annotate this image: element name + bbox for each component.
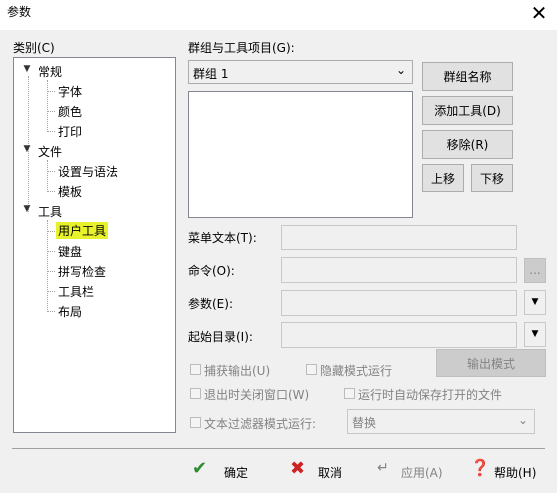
tree-line <box>47 311 55 312</box>
cross-icon: ✖ <box>290 458 306 479</box>
tree-node-font[interactable]: 字体 <box>58 83 82 100</box>
window-title: 参数 <box>7 5 32 19</box>
filter-mode-value: 替换 <box>352 416 377 430</box>
apply-button[interactable]: ↵ 应用(A) <box>375 460 450 482</box>
chevron-down-icon[interactable]: ▼ <box>22 144 32 154</box>
tree-line <box>47 191 55 192</box>
init-dir-dropdown[interactable]: ▼ <box>524 322 546 347</box>
tree-line <box>47 91 55 92</box>
ok-label: 确定 <box>224 466 249 480</box>
chevron-down-icon: ⌄ <box>396 63 407 77</box>
cancel-button[interactable]: ✖ 取消 <box>290 458 360 482</box>
args-input[interactable] <box>281 290 517 316</box>
tree-line <box>47 131 55 132</box>
hidden-mode-label: 隐藏模式运行 <box>320 364 393 378</box>
filter-mode-select[interactable]: 替换 ⌄ <box>347 409 535 434</box>
tree-line <box>47 271 55 272</box>
command-input[interactable] <box>281 257 517 283</box>
apply-icon: ↵ <box>377 460 389 476</box>
text-filter-checkbox[interactable] <box>190 417 201 428</box>
tree-line <box>47 171 55 172</box>
args-dropdown[interactable]: ▼ <box>524 290 546 315</box>
tree-node-file[interactable]: 文件 <box>38 143 62 160</box>
footer-separator <box>12 448 545 449</box>
autosave-checkbox[interactable] <box>344 388 355 399</box>
chevron-down-icon: ▼ <box>531 329 539 339</box>
command-label: 命令(O): <box>188 264 235 278</box>
tree-node-tools[interactable]: 工具 <box>38 203 62 220</box>
text-filter-label: 文本过滤器模式运行: <box>204 417 317 431</box>
category-label: 类别(C) <box>13 41 55 55</box>
move-up-button[interactable]: 上移 <box>422 164 464 192</box>
tree-node-settings-syntax[interactable]: 设置与语法 <box>58 163 118 180</box>
args-label: 参数(E): <box>188 297 233 311</box>
tree-node-spellcheck[interactable]: 拼写检查 <box>58 263 106 280</box>
tree-line <box>47 231 55 232</box>
autosave-label: 运行时自动保存打开的文件 <box>358 388 503 402</box>
close-on-exit-checkbox[interactable] <box>190 388 201 399</box>
tree-node-user-tools[interactable]: 用户工具 <box>56 222 109 239</box>
tree-line <box>47 80 48 132</box>
chevron-down-icon: ▼ <box>531 297 539 307</box>
add-tool-button[interactable]: 添加工具(D) <box>422 96 513 125</box>
tree-line <box>47 160 48 192</box>
ok-button[interactable]: ✔ 确定 <box>190 458 260 482</box>
tree-line <box>47 291 55 292</box>
tree-line <box>47 111 55 112</box>
tree-node-print[interactable]: 打印 <box>58 123 82 140</box>
tree-node-color[interactable]: 颜色 <box>58 103 82 120</box>
tree-line <box>47 251 55 252</box>
menu-text-input[interactable] <box>281 225 517 250</box>
menu-text-label: 菜单文本(T): <box>188 231 257 245</box>
cancel-label: 取消 <box>318 466 343 480</box>
move-down-button[interactable]: 下移 <box>471 164 513 192</box>
chevron-down-icon[interactable]: ▼ <box>22 204 32 214</box>
apply-label: 应用(A) <box>401 466 443 480</box>
help-label: 帮助(H) <box>494 466 537 480</box>
tree-node-general[interactable]: 常规 <box>38 63 62 80</box>
group-select-value: 群组 1 <box>193 67 229 81</box>
hidden-mode-checkbox[interactable] <box>306 364 317 375</box>
chevron-down-icon[interactable]: ▼ <box>22 64 32 74</box>
output-mode-button[interactable]: 输出模式 <box>436 349 546 377</box>
capture-output-label: 捕获输出(U) <box>204 364 271 378</box>
title-bar: 参数 ✕ <box>0 0 557 30</box>
group-select[interactable]: 群组 1 ⌄ <box>188 60 413 84</box>
close-on-exit-label: 退出时关闭窗口(W) <box>204 388 310 402</box>
tool-list[interactable] <box>188 91 413 218</box>
chevron-down-icon: ⌄ <box>518 413 529 427</box>
category-tree[interactable] <box>13 57 176 433</box>
tree-node-layout[interactable]: 布局 <box>58 303 82 320</box>
init-dir-input[interactable] <box>281 322 517 348</box>
checkmark-icon: ✔ <box>192 458 208 479</box>
group-name-button[interactable]: 群组名称 <box>422 62 513 91</box>
init-dir-label: 起始目录(I): <box>188 330 253 344</box>
tree-line <box>47 220 48 312</box>
capture-output-checkbox[interactable] <box>190 364 201 375</box>
tree-node-template[interactable]: 模板 <box>58 183 82 200</box>
close-icon[interactable]: ✕ <box>525 1 553 25</box>
help-icon: ❓ <box>470 458 490 477</box>
remove-button[interactable]: 移除(R) <box>422 130 513 159</box>
tree-node-toolbar[interactable]: 工具栏 <box>58 283 94 300</box>
groups-label: 群组与工具项目(G): <box>188 41 295 55</box>
browse-button[interactable]: ... <box>524 258 546 283</box>
help-button[interactable]: ❓ 帮助(H) <box>468 458 548 482</box>
tree-node-keyboard[interactable]: 键盘 <box>58 243 82 260</box>
